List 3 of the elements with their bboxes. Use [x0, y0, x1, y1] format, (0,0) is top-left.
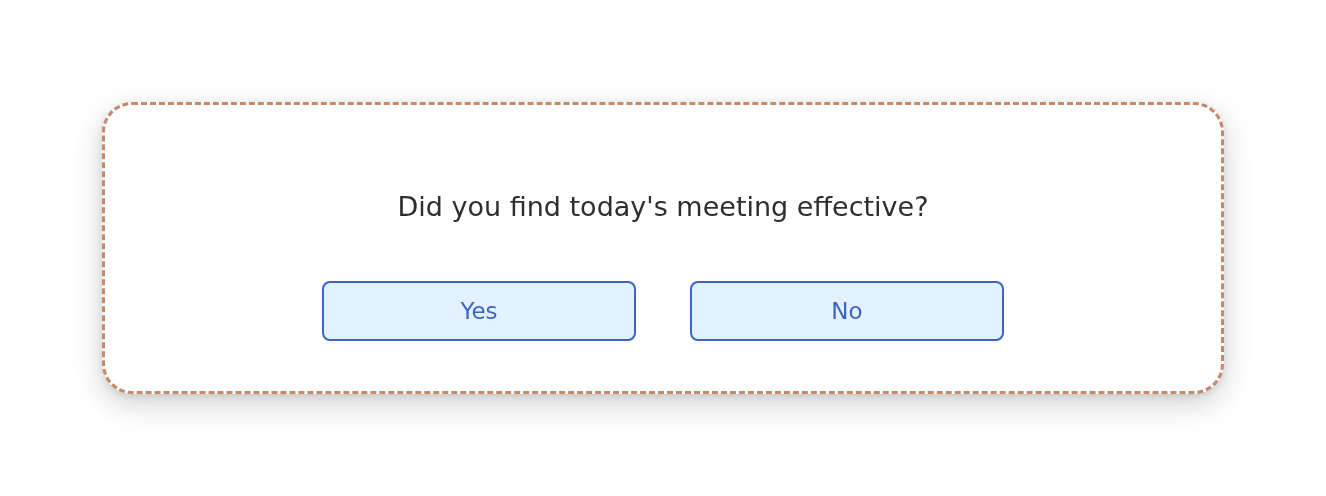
answer-button[interactable]: Yes — [322, 281, 636, 341]
question-text: Did you find today's meeting effective? — [397, 190, 929, 224]
answer-button[interactable]: No — [690, 281, 1004, 341]
